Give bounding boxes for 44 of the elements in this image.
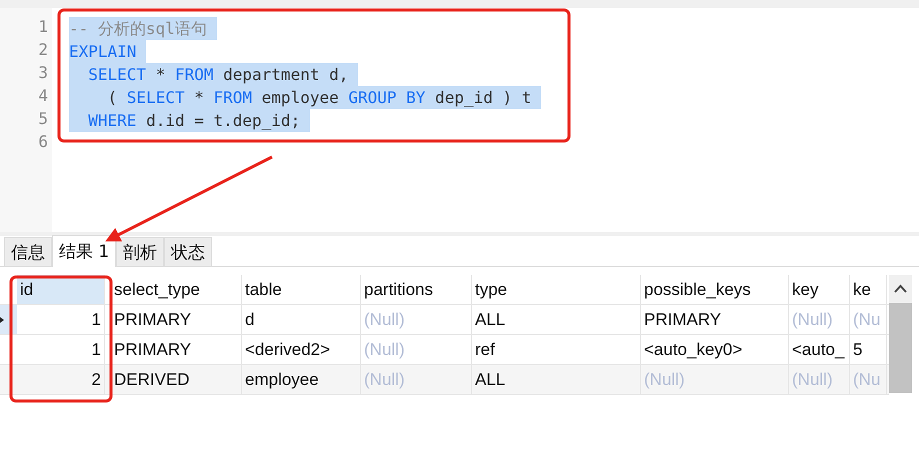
column-header[interactable]: type xyxy=(472,275,641,304)
table-cell: d xyxy=(242,305,361,334)
result-tab[interactable]: 剖析 xyxy=(116,237,164,266)
result-tab[interactable]: 信息 xyxy=(4,237,52,266)
table-cell: (Null) xyxy=(641,365,789,394)
column-header[interactable]: table xyxy=(242,275,361,304)
column-header[interactable]: possible_keys xyxy=(641,275,789,304)
table-cell: (Nu xyxy=(850,305,887,334)
table-cell: (Null) xyxy=(789,305,850,334)
table-cell: 2 xyxy=(17,365,105,394)
table-cell: employee xyxy=(242,365,361,394)
scroll-up-icon[interactable] xyxy=(889,275,912,303)
line-number: 1 xyxy=(37,17,49,38)
table-cell: <derived2> xyxy=(242,335,361,364)
table-cell: ref xyxy=(472,335,641,364)
column-header[interactable]: partitions xyxy=(361,275,472,304)
table-cell: <auto_ xyxy=(789,335,850,364)
table-cell: (Nu xyxy=(850,365,887,394)
table-cell: (Null) xyxy=(361,335,472,364)
table-cell: ALL xyxy=(472,365,641,394)
table-cell: (Null) xyxy=(361,365,472,394)
table-cell: DERIVED xyxy=(105,365,242,394)
table-cell: (Null) xyxy=(789,365,850,394)
table-cell: 1 xyxy=(17,335,105,364)
column-header[interactable]: id xyxy=(17,275,105,304)
table-cell: PRIMARY xyxy=(105,335,242,364)
table-cell: PRIMARY xyxy=(641,305,789,334)
line-number: 6 xyxy=(37,132,49,153)
table-cell: 5 xyxy=(850,335,887,364)
table-cell: ALL xyxy=(472,305,641,334)
table-cell: <auto_key0> xyxy=(641,335,789,364)
scrollbar-thumb[interactable] xyxy=(889,303,912,393)
line-number: 2 xyxy=(37,40,49,61)
line-number: 4 xyxy=(37,86,49,107)
column-header[interactable]: select_type xyxy=(105,275,242,304)
line-number: 3 xyxy=(37,63,49,84)
column-header[interactable]: key xyxy=(789,275,850,304)
table-cell: (Null) xyxy=(361,305,472,334)
result-tab[interactable]: 结果 1 xyxy=(52,235,116,267)
result-tab[interactable]: 状态 xyxy=(164,237,212,266)
table-cell: 1 xyxy=(17,305,105,334)
table-cell: PRIMARY xyxy=(105,305,242,334)
line-number: 5 xyxy=(37,109,49,130)
column-header[interactable]: ke xyxy=(850,275,887,304)
